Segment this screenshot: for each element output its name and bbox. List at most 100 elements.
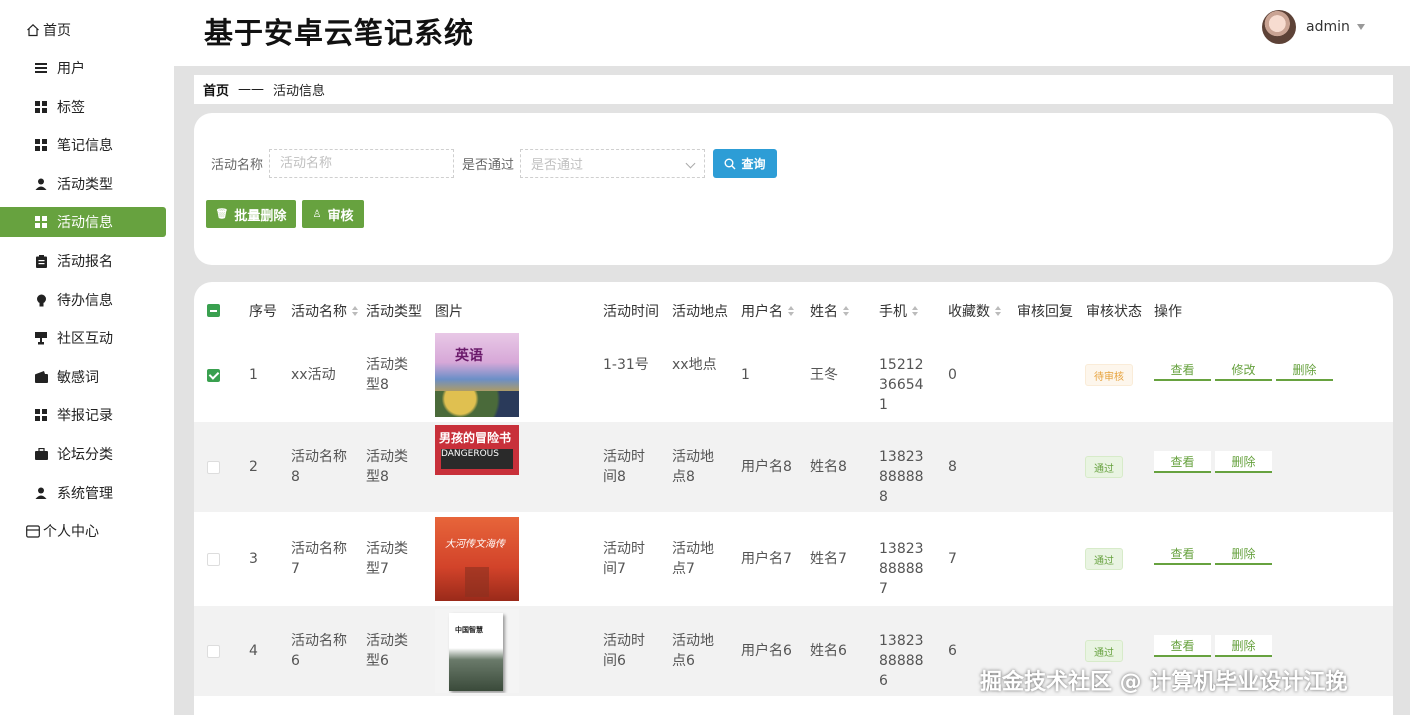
sidebar-item-label: 用户 — [57, 61, 85, 77]
row-checkbox[interactable] — [207, 645, 220, 658]
col-phone[interactable]: 手机 — [879, 301, 918, 321]
sidebar-item[interactable]: 标签 — [0, 92, 166, 122]
row-realname: 王冬 — [810, 367, 838, 383]
query-button[interactable]: 查询 — [713, 149, 777, 178]
person-icon — [34, 486, 48, 500]
view-button[interactable]: 查看 — [1154, 635, 1211, 657]
status-badge: 通过 — [1085, 548, 1123, 570]
col-name[interactable]: 活动名称 — [291, 301, 358, 321]
row-favorites: 8 — [948, 459, 957, 475]
row-name: xx活动 — [291, 367, 336, 383]
sidebar-item[interactable]: 活动类型 — [0, 169, 166, 199]
caret-down-icon — [1356, 24, 1365, 30]
user-menu[interactable]: admin — [1262, 10, 1365, 44]
home-icon — [26, 23, 40, 37]
sidebar-item[interactable]: 待办信息 — [0, 285, 166, 315]
table-row: 1 xx活动 活动类型8 1-31号 xx地点 1 王冬 15212366541 0 英语 待审… — [194, 330, 1393, 420]
view-button[interactable]: 查看 — [1154, 359, 1211, 381]
select-all-checkbox[interactable] — [207, 304, 220, 317]
person-icon — [34, 177, 48, 191]
data-table: 序号 活动名称 活动类型 图片 活动时间 活动地点 用户名 姓名 手机 收藏数 … — [194, 282, 1393, 715]
breadcrumb-home[interactable]: 首页 — [203, 80, 229, 99]
activity-name-input[interactable] — [269, 149, 454, 178]
row-cover-image: 大河传文海传 — [435, 517, 519, 601]
main-content: 首页 —— 活动信息 活动名称 是否通过 是否通过 查询 🗑 批量删除 ♙ 审核… — [174, 66, 1410, 715]
grid-icon — [34, 408, 48, 422]
sidebar-item-label: 论坛分类 — [57, 447, 113, 463]
row-index: 1 — [249, 367, 258, 383]
table-header: 序号 活动名称 活动类型 图片 活动时间 活动地点 用户名 姓名 手机 收藏数 … — [194, 282, 1393, 330]
row-type: 活动类型8 — [366, 357, 408, 393]
pass-status-label: 是否通过 — [462, 158, 515, 173]
clipboard-icon — [34, 254, 48, 268]
row-time: 活动时间6 — [603, 633, 645, 669]
pass-status-select[interactable]: 是否通过 — [520, 149, 705, 178]
delete-button[interactable]: 删除 — [1276, 359, 1333, 381]
row-index: 4 — [249, 643, 258, 659]
pass-status-placeholder: 是否通过 — [531, 158, 584, 173]
sidebar-item[interactable]: 个人中心 — [0, 516, 166, 546]
sidebar: 首页用户标签笔记信息活动类型活动信息活动报名待办信息社区互动敏感词举报记录论坛分… — [0, 0, 174, 715]
col-status: 审核状态 — [1086, 304, 1142, 320]
sidebar-item[interactable]: 系统管理 — [0, 478, 166, 508]
row-favorites: 6 — [948, 643, 957, 659]
review-button-label: 审核 — [327, 208, 354, 224]
row-index: 3 — [249, 551, 258, 567]
sidebar-item-label: 活动信息 — [57, 215, 113, 231]
col-realname[interactable]: 姓名 — [810, 301, 849, 321]
sidebar-item[interactable]: 敏感词 — [0, 362, 166, 392]
row-checkbox[interactable] — [207, 461, 220, 474]
sidebar-item[interactable]: 活动信息 — [0, 207, 166, 237]
delete-button[interactable]: 删除 — [1215, 543, 1272, 565]
row-favorites: 7 — [948, 551, 957, 567]
col-place: 活动地点 — [672, 304, 728, 320]
briefcase-icon — [34, 447, 48, 461]
row-time: 活动时间8 — [603, 449, 645, 485]
edit-button[interactable]: 修改 — [1215, 359, 1272, 381]
user-name: admin — [1306, 19, 1350, 35]
row-name: 活动名称7 — [291, 541, 347, 577]
delete-button[interactable]: 删除 — [1215, 635, 1272, 657]
col-favorites[interactable]: 收藏数 — [948, 301, 1001, 321]
delete-button[interactable]: 删除 — [1215, 451, 1272, 473]
search-panel: 活动名称 是否通过 是否通过 查询 🗑 批量删除 ♙ 审核 — [194, 113, 1393, 265]
row-name: 活动名称8 — [291, 449, 347, 485]
table-row: 2 活动名称8 活动类型8 活动时间8 活动地点8 用户名8 姓名8 13823888888 8… — [194, 422, 1393, 512]
bulb-icon — [34, 293, 48, 307]
wallet-icon — [34, 370, 48, 384]
review-button[interactable]: ♙ 审核 — [302, 200, 364, 228]
sidebar-item[interactable]: 用户 — [0, 53, 166, 83]
sidebar-item-label: 首页 — [43, 23, 71, 39]
app-title: 基于安卓云笔记系统 — [204, 16, 475, 50]
search-icon — [724, 158, 736, 169]
row-realname: 姓名7 — [810, 551, 847, 567]
sidebar-item[interactable]: 活动报名 — [0, 246, 166, 276]
sidebar-item[interactable]: 首页 — [0, 15, 166, 45]
sidebar-item[interactable]: 论坛分类 — [0, 439, 166, 469]
sort-icon — [843, 305, 849, 317]
sidebar-item-label: 活动报名 — [57, 254, 113, 270]
row-checkbox[interactable] — [207, 553, 220, 566]
top-header: 基于安卓云笔记系统 admin — [174, 0, 1410, 66]
row-username: 用户名6 — [741, 643, 792, 659]
row-favorites: 0 — [948, 367, 957, 383]
view-button[interactable]: 查看 — [1154, 451, 1211, 473]
view-button[interactable]: 查看 — [1154, 543, 1211, 565]
row-type: 活动类型7 — [366, 541, 408, 577]
col-image: 图片 — [435, 304, 463, 320]
col-username[interactable]: 用户名 — [741, 301, 794, 321]
col-time: 活动时间 — [603, 304, 659, 320]
breadcrumb-separator: —— — [238, 82, 265, 97]
col-index: 序号 — [249, 304, 277, 320]
row-checkbox[interactable] — [207, 369, 220, 382]
sidebar-item[interactable]: 笔记信息 — [0, 130, 166, 160]
query-button-label: 查询 — [741, 157, 766, 171]
row-realname: 姓名6 — [810, 643, 847, 659]
row-phone: 13823888886 — [879, 633, 924, 689]
sidebar-item[interactable]: 社区互动 — [0, 323, 166, 353]
batch-delete-button[interactable]: 🗑 批量删除 — [206, 200, 296, 228]
col-actions: 操作 — [1154, 304, 1182, 320]
sidebar-item[interactable]: 举报记录 — [0, 400, 166, 430]
grid-icon — [34, 215, 48, 229]
row-phone: 13823888888 — [879, 449, 924, 505]
